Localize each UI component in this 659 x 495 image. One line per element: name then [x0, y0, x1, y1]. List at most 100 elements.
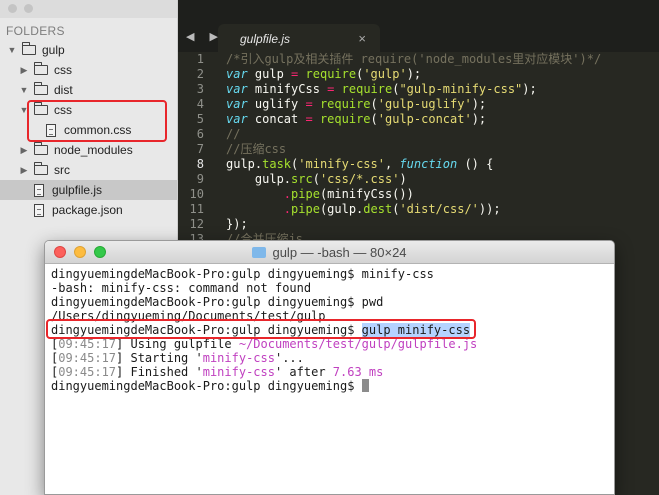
- code-token: });: [226, 217, 248, 231]
- code-token: =: [305, 112, 313, 126]
- code-token: var: [226, 97, 248, 111]
- code-token: ));: [478, 202, 501, 216]
- line-number-gutter: 1 2 3 4 5 6 7 8 9 10 11 12 13: [178, 52, 212, 247]
- tree-item-label: css: [54, 63, 72, 77]
- code-line[interactable]: var gulp = require('gulp');: [226, 67, 601, 82]
- code-token: 'dist/css/': [399, 202, 479, 216]
- tree-item-label: gulp: [42, 43, 65, 57]
- line-number: 9: [196, 172, 204, 186]
- code-token: pipe: [291, 202, 320, 216]
- line-number: 8: [196, 157, 204, 171]
- sidebar-top-strip: [0, 0, 177, 18]
- terminal-text: minify-css: [202, 351, 275, 365]
- code-line[interactable]: var concat = require('gulp-concat');: [226, 112, 601, 127]
- code-token: 'gulp-uglify': [377, 97, 472, 111]
- terminal-text: dingyuemingdeMacBook-Pro:gulp dingyuemin…: [51, 267, 434, 281]
- terminal-line: dingyuemingdeMacBook-Pro:gulp dingyuemin…: [51, 295, 477, 309]
- tab-close-icon[interactable]: ×: [358, 31, 366, 46]
- tree-item-label: src: [54, 163, 70, 177]
- code-line[interactable]: .pipe(gulp.dest('dist/css/'));: [226, 202, 601, 217]
- code-line[interactable]: //: [226, 127, 601, 142]
- code-token: gulp.: [226, 172, 292, 186]
- folder-icon: [34, 82, 48, 95]
- file-icon: [34, 183, 44, 197]
- folders-heading: FOLDERS: [6, 24, 65, 38]
- tree-folder[interactable]: ▶ src: [0, 160, 177, 180]
- terminal-window[interactable]: gulp — -bash — 80×24 dingyuemingdeMacBoo…: [44, 240, 615, 495]
- code-token: (gulp.: [319, 202, 364, 216]
- tree-file[interactable]: gulpfile.js: [0, 180, 177, 200]
- terminal-line: -bash: minify-css: command not found: [51, 281, 477, 295]
- code-token: dest: [363, 202, 393, 216]
- code-token: (: [370, 112, 378, 126]
- tree-folder[interactable]: ▶ css: [0, 60, 177, 80]
- folder-icon: [34, 142, 48, 155]
- terminal-title-bar[interactable]: gulp — -bash — 80×24: [45, 241, 614, 264]
- code-token: task: [262, 157, 292, 171]
- code-token: 'css/*.css': [319, 172, 400, 186]
- code-line[interactable]: .pipe(minifyCss()): [226, 187, 601, 202]
- terminal-text: minify-css: [202, 365, 275, 379]
- code-token: ): [399, 172, 407, 186]
- disclosure-open-icon[interactable]: ▼: [18, 85, 30, 95]
- code-token: (minifyCss()): [319, 187, 414, 201]
- code-line[interactable]: gulp.task('minify-css', function () {: [226, 157, 601, 172]
- line-number: 5: [196, 112, 204, 126]
- code-token: gulp: [247, 67, 292, 81]
- disclosure-open-icon[interactable]: ▼: [6, 45, 18, 55]
- tree-folder[interactable]: ▼ dist: [0, 80, 177, 100]
- code-token: (: [370, 97, 378, 111]
- annotation-box-command: [46, 319, 476, 339]
- code-token: 'gulp': [363, 67, 407, 81]
- tab-bar: ◀ ▶ gulpfile.js ×: [178, 0, 659, 52]
- code-area[interactable]: /*引入gulp及相关插件 require('node_modules里对应模块…: [226, 52, 601, 247]
- disclosure-closed-icon[interactable]: ▶: [18, 65, 30, 76]
- terminal-text: ] Using gulpfile: [116, 337, 239, 351]
- terminal-text: dingyuemingdeMacBook-Pro:gulp dingyuemin…: [51, 379, 362, 393]
- code-line[interactable]: });: [226, 217, 601, 232]
- disclosure-closed-icon[interactable]: ▶: [18, 145, 30, 156]
- tree-file[interactable]: package.json: [0, 200, 177, 220]
- tab-gulpfile[interactable]: gulpfile.js ×: [218, 24, 380, 52]
- tree-item-label: node_modules: [54, 143, 133, 157]
- folder-icon: [252, 247, 267, 258]
- code-token: concat: [247, 112, 306, 126]
- window-close-dot[interactable]: [8, 4, 17, 13]
- disclosure-closed-icon[interactable]: ▶: [18, 165, 30, 176]
- tree-item-label: package.json: [52, 203, 123, 217]
- folder-icon: [22, 42, 36, 55]
- terminal-text: '...: [274, 351, 304, 365]
- terminal-text: 09:45:17: [58, 365, 117, 379]
- code-token: 'gulp-concat': [377, 112, 472, 126]
- code-line[interactable]: var minifyCss = require("gulp-minify-css…: [226, 82, 601, 97]
- code-token: minifyCss: [247, 82, 328, 96]
- terminal-text: dingyuemingdeMacBook-Pro:gulp dingyuemin…: [51, 295, 384, 309]
- line-number: 4: [196, 97, 204, 111]
- annotation-box-dist-css: [27, 100, 167, 142]
- folder-icon: [34, 162, 48, 175]
- code-line[interactable]: //压缩css: [226, 142, 601, 157]
- code-line[interactable]: /*引入gulp及相关插件 require('node_modules里对应模块…: [226, 52, 601, 67]
- terminal-text: ] Finished ': [116, 365, 203, 379]
- code-line[interactable]: gulp.src('css/*.css'): [226, 172, 601, 187]
- window-minimize-dot[interactable]: [24, 4, 33, 13]
- code-token: );: [522, 82, 537, 96]
- line-number: 12: [189, 217, 204, 231]
- code-token: 'minify-css': [298, 157, 385, 171]
- code-token: /*引入gulp及相关插件 require('node_modules里对应模块…: [226, 52, 602, 66]
- code-token: function: [399, 157, 458, 171]
- tree-item-label: gulpfile.js: [52, 183, 103, 197]
- tree-item-label: dist: [54, 83, 73, 97]
- code-token: var: [226, 67, 248, 81]
- code-line[interactable]: var uglify = require('gulp-uglify');: [226, 97, 601, 112]
- line-number: 10: [189, 187, 204, 201]
- code-token: require: [319, 112, 371, 126]
- code-token: gulp.: [226, 157, 263, 171]
- tree-folder[interactable]: ▼ gulp: [0, 40, 177, 60]
- code-token: src: [291, 172, 313, 186]
- terminal-text: 7.63 ms: [332, 365, 384, 379]
- tree-folder[interactable]: ▶ node_modules: [0, 140, 177, 160]
- terminal-title: gulp — -bash — 80×24: [272, 245, 407, 260]
